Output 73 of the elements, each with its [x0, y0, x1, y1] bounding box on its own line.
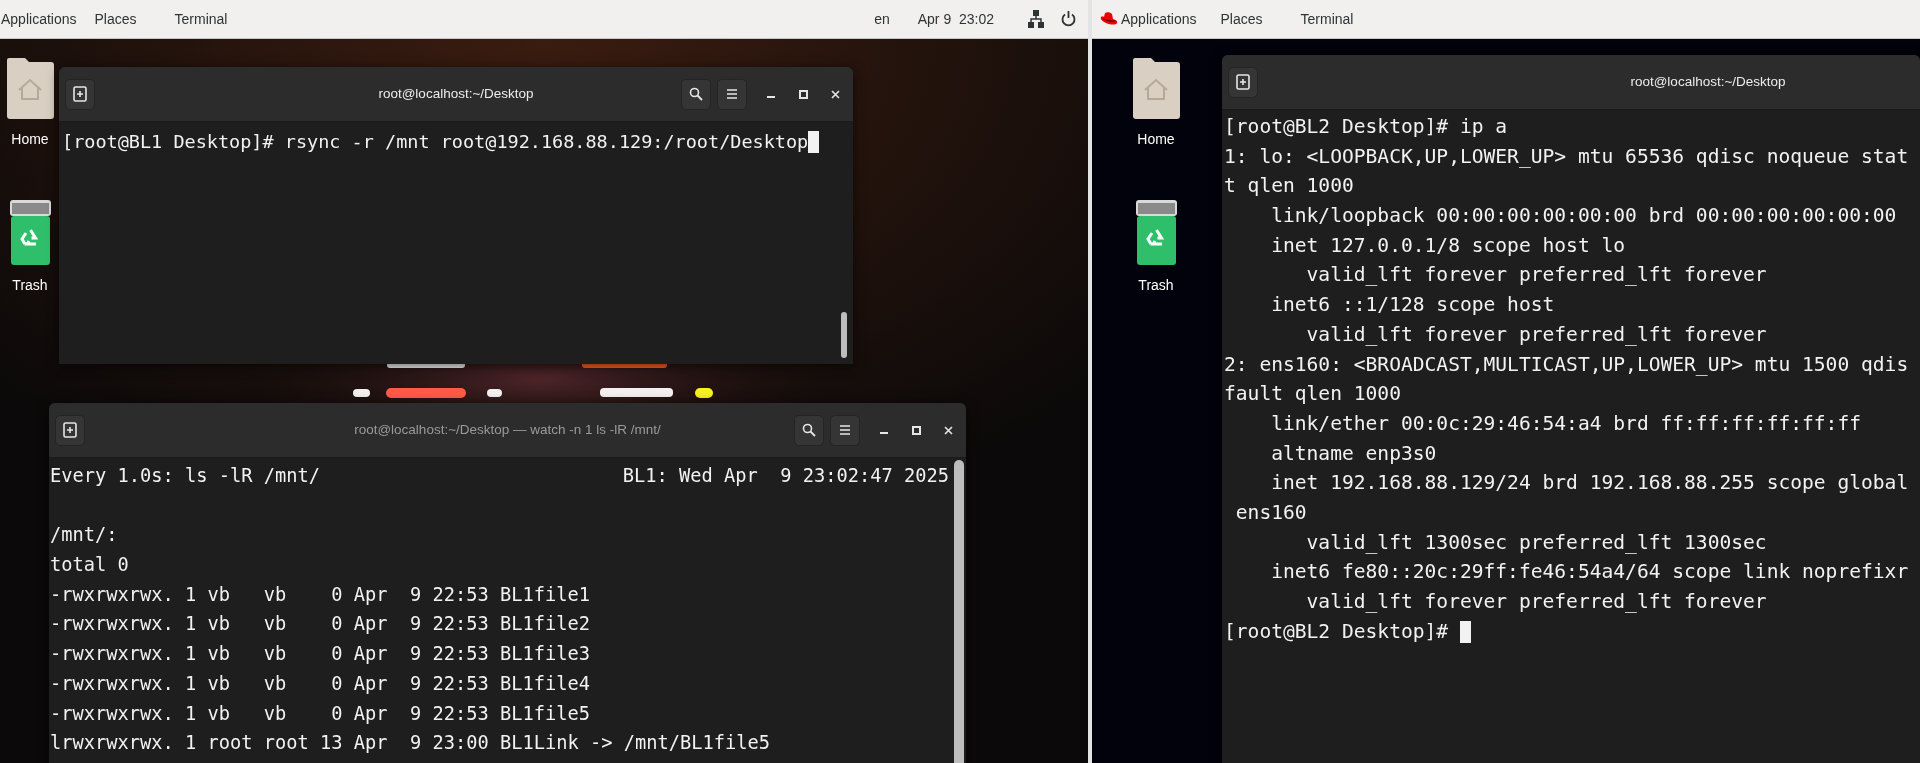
terminal-line: -rwxrwxrwx. 1 vb vb 0 Apr 9 22:53 BL1file4 — [50, 671, 591, 696]
search-button[interactable] — [794, 414, 824, 446]
terminal-line: inet6 ::1/128 scope host — [1270, 292, 1555, 319]
terminal-line: link/ether 00:0c:29:46:54:a4 brd ff:ff:ff:ff:ff:ff — [1270, 410, 1861, 437]
scrollbar-thumb[interactable] — [954, 460, 964, 763]
maximize-icon — [798, 89, 808, 99]
terminal-line: total 0 — [50, 553, 129, 578]
menu-icon — [726, 88, 738, 100]
new-tab-button[interactable] — [1228, 66, 1258, 98]
terminal-line: -rwxrwxrwx. 1 vb vb 0 Apr 9 22:53 BL1file2 — [50, 612, 591, 637]
terminal-line: fault qlen 1000 — [1224, 381, 1401, 408]
terminal-line: inet6 fe80::20c:29ff:fe46:54a4/64 scope link noprefixr — [1270, 559, 1909, 586]
window-title: root@localhost:~/Desktop — [1630, 73, 1786, 92]
close-icon — [830, 89, 840, 99]
terminal-line: valid_lft 1300sec preferred_lft 1300sec — [1305, 529, 1767, 556]
terminal-line: 1: lo: <LOOPBACK,UP,LOWER_UP> mtu 65536 qdisc noqueue stat — [1224, 143, 1909, 170]
menu-icon — [839, 424, 851, 436]
terminal-line: -rwxrwxrwx. 1 vb vb 0 Apr 9 22:53 BL1file5 — [50, 701, 591, 726]
terminal-line: valid_lft forever preferred_lft forever — [1305, 262, 1767, 289]
terminal-line: inet 127.0.0.1/8 scope host lo — [1270, 232, 1626, 259]
icon-label: Home — [11, 130, 49, 149]
icon-label: Home — [1137, 130, 1175, 149]
menu-button[interactable] — [830, 414, 860, 446]
terminal-line: valid_lft forever preferred_lft forever — [1305, 321, 1767, 348]
new-tab-button[interactable] — [65, 78, 95, 110]
terminal-line: -rwxrwxrwx. 1 vb vb 0 Apr 9 22:53 BL1file3 — [50, 642, 591, 667]
terminal-line: t qlen 1000 — [1224, 173, 1354, 200]
trash-icon[interactable] — [9, 200, 51, 265]
terminal-line: valid_lft forever preferred_lft forever — [1305, 589, 1767, 615]
menu-item[interactable]: Places — [1220, 6, 1263, 32]
search-icon — [689, 87, 703, 101]
terminal-line: -rwxrwxrwx. 1 vb vb 0 Apr 9 22:53 BL1file1 — [50, 582, 591, 607]
language-indicator[interactable]: en — [874, 8, 890, 30]
scrollbar-thumb[interactable] — [841, 312, 847, 358]
terminal-line: /mnt/: — [50, 523, 118, 548]
trash-icon[interactable] — [1135, 200, 1177, 265]
terminal-line: altname enp3s0 — [1270, 440, 1437, 467]
terminal-line: inet 192.168.88.129/24 brd 192.168.88.255 scope global — [1270, 470, 1909, 497]
home-folder-icon[interactable] — [1132, 58, 1180, 119]
minimize-icon — [767, 96, 775, 98]
watch-command: Every 1.0s: ls -lR /mnt/ — [50, 464, 321, 488]
menu-item[interactable]: Applications — [1121, 6, 1197, 32]
new-tab-icon — [1236, 74, 1250, 90]
search-button[interactable] — [681, 78, 711, 110]
icon-label: Trash — [12, 276, 48, 295]
terminal-line: link/loopback 00:00:00:00:00:00 brd 00:00:00:00:00:00 — [1270, 203, 1897, 230]
close-icon — [943, 425, 953, 435]
minimize-icon — [880, 432, 888, 434]
power-icon[interactable] — [1061, 11, 1076, 27]
terminal-line: 2: ens160: <BROADCAST,MULTICAST,UP,LOWER_UP> mtu 1500 qdis — [1224, 351, 1909, 378]
terminal-line: [root@BL1 Desktop]# rsync -r /mnt root@192.168.88.129:/root/Desktop — [62, 130, 809, 154]
window-title: root@localhost:~/Desktop — watch -n 1 ls -lR /mnt/ — [354, 421, 661, 440]
terminal-line: ens160 — [1234, 499, 1307, 526]
menu-item[interactable]: Places — [94, 6, 137, 32]
watch-timestamp: BL1: Wed Apr 9 23:02:47 2025 — [622, 464, 949, 488]
hat-logo-icon — [1100, 12, 1118, 26]
menu-button[interactable] — [717, 78, 747, 110]
maximize-icon — [911, 425, 921, 435]
home-folder-icon[interactable] — [6, 58, 54, 119]
menu-item[interactable]: Applications — [1, 6, 77, 32]
window-title: root@localhost:~/Desktop — [378, 85, 534, 104]
search-icon — [802, 423, 816, 437]
clock[interactable]: Apr 9 23:02 — [917, 8, 994, 30]
terminal-line: [root@BL2 Desktop]# ip a — [1224, 114, 1508, 140]
new-tab-button[interactable] — [55, 414, 85, 446]
menu-item[interactable]: Terminal — [174, 6, 228, 32]
terminal-line: lrwxrwxrwx. 1 root root 13 Apr 9 23:00 BL1Link -> /mnt/BL1file5 — [50, 731, 771, 756]
icon-label: Trash — [1138, 276, 1174, 295]
terminal-line: [root@BL2 Desktop]# — [1224, 618, 1450, 645]
new-tab-icon — [73, 86, 87, 102]
new-tab-icon — [63, 422, 77, 438]
network-icon[interactable] — [1028, 10, 1044, 28]
menu-item[interactable]: Terminal — [1300, 6, 1354, 32]
